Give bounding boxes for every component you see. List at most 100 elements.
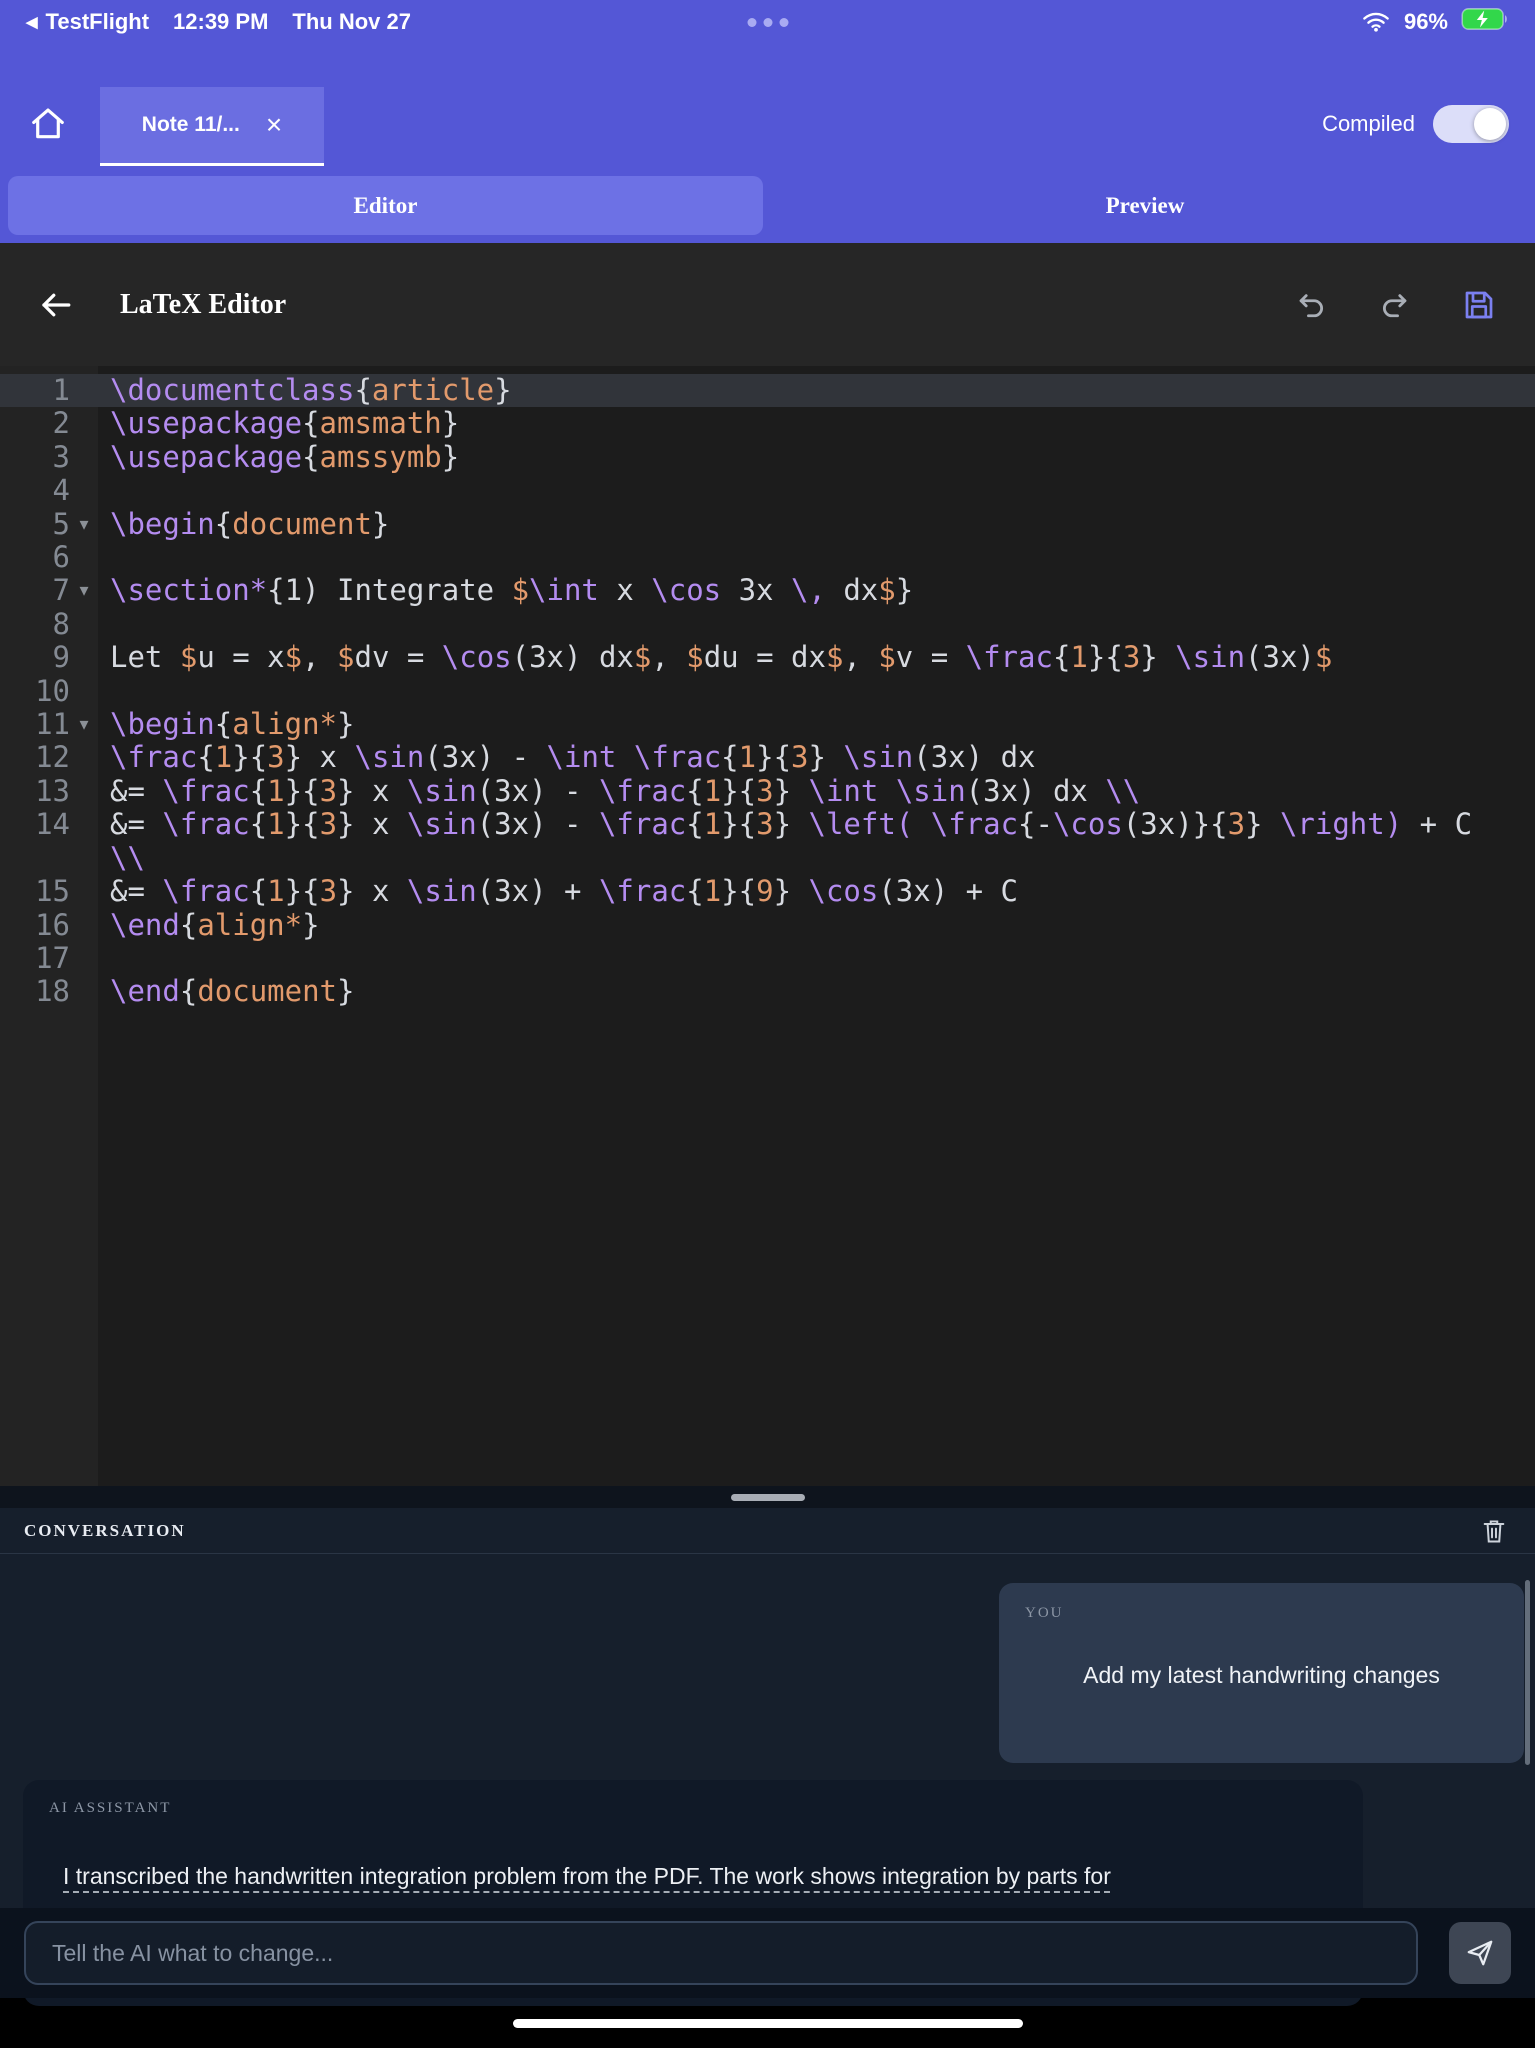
line-gutter: 10	[0, 673, 98, 708]
code-line[interactable]: 18 \end{document}	[0, 974, 1535, 1009]
tab-editor[interactable]: Editor	[8, 176, 763, 235]
code-line-text[interactable]: \documentclass{article}	[98, 373, 1535, 407]
line-number: 7	[52, 573, 70, 608]
code-line-text[interactable]: &= \frac{1}{3} x \sin(3x) + \frac{1}{9} …	[98, 874, 1535, 908]
redo-button[interactable]	[1373, 283, 1417, 327]
code-line-text[interactable]	[98, 608, 1535, 641]
line-number: 8	[52, 606, 70, 641]
code-line[interactable]: 8	[0, 606, 1535, 641]
code-line[interactable]: 14 &= \frac{1}{3} x \sin(3x) - \frac{1}{3…	[0, 808, 1535, 875]
code-line[interactable]: 10	[0, 673, 1535, 708]
line-gutter: 11 ▾	[0, 707, 98, 741]
code-line[interactable]: 11 ▾ \begin{align*}	[0, 707, 1535, 741]
line-gutter: 16	[0, 908, 98, 942]
line-gutter: 3	[0, 439, 98, 474]
code-line[interactable]: 5 ▾ \begin{document}	[0, 507, 1535, 541]
home-indicator[interactable]	[512, 2018, 1023, 2028]
code-line-text[interactable]: \section*{1) Integrate $\int x \cos 3x \…	[98, 574, 1535, 607]
line-number: 15	[35, 874, 70, 909]
line-number: 1	[52, 373, 70, 407]
tab-close-icon[interactable]: ×	[266, 111, 282, 139]
home-button[interactable]	[26, 102, 70, 146]
line-gutter: 4	[0, 473, 98, 507]
undo-button[interactable]	[1289, 283, 1333, 327]
line-number: 10	[35, 673, 70, 708]
user-message-bubble: YOU Add my latest handwriting changes	[999, 1583, 1524, 1763]
code-line-text[interactable]: \end{document}	[98, 975, 1535, 1008]
code-line-text[interactable]	[98, 675, 1535, 708]
line-gutter: 17	[0, 941, 98, 975]
code-line-text[interactable]	[98, 942, 1535, 975]
status-date: Thu Nov 27	[292, 9, 411, 34]
drag-handle[interactable]	[730, 1493, 805, 1501]
multitasking-dots-icon[interactable]	[747, 17, 788, 27]
tab-preview[interactable]: Preview	[763, 176, 1527, 235]
code-line[interactable]: 12 \frac{1}{3} x \sin(3x) - \int \frac{1}…	[0, 741, 1535, 775]
code-line-text[interactable]: \usepackage{amssymb}	[98, 440, 1535, 474]
battery-percent: 96%	[1403, 9, 1448, 34]
ipad-screen: ◀ TestFlight 12:39 PM Thu Nov 27 96% Not…	[0, 0, 1535, 2048]
send-button[interactable]	[1449, 1922, 1511, 1984]
status-time: 12:39 PM	[173, 9, 269, 34]
line-number: 14	[35, 807, 70, 842]
fold-chevron-icon[interactable]: ▾	[70, 508, 98, 541]
compiled-label: Compiled	[1322, 111, 1415, 136]
conversation-scrollbar[interactable]	[1525, 1580, 1530, 1765]
code-line[interactable]: 17	[0, 941, 1535, 975]
line-gutter: 2	[0, 407, 98, 441]
code-line-text[interactable]: \begin{align*}	[98, 707, 1535, 741]
line-gutter: 8	[0, 606, 98, 641]
line-number: 3	[52, 439, 70, 474]
back-button[interactable]	[34, 283, 78, 327]
message-role-assistant: AI ASSISTANT	[49, 1800, 172, 1816]
code-editor[interactable]: 1 \documentclass{article} 2 \usepackage{ams…	[0, 366, 1535, 1486]
conversation-title: CONVERSATION	[24, 1520, 186, 1540]
code-line[interactable]: 3 \usepackage{amssymb}	[0, 439, 1535, 474]
code-line-text[interactable]: Let $u = x$, $dv = \cos(3x) dx$, $du = d…	[98, 641, 1535, 674]
code-line-text[interactable]: \frac{1}{3} x \sin(3x) - \int \frac{1}{3…	[98, 741, 1535, 774]
compiled-toggle[interactable]	[1433, 105, 1509, 143]
code-line-text[interactable]: &= \frac{1}{3} x \sin(3x) - \frac{1}{3} …	[98, 808, 1535, 875]
code-line-text[interactable]	[98, 474, 1535, 507]
line-gutter: 13	[0, 774, 98, 808]
code-line[interactable]: 13 &= \frac{1}{3} x \sin(3x) - \frac{1}{3…	[0, 774, 1535, 808]
ai-instruction-input[interactable]	[24, 1921, 1418, 1985]
line-number: 18	[35, 974, 70, 1009]
tab-preview-label: Preview	[1105, 192, 1185, 218]
code-line[interactable]: 1 \documentclass{article}	[0, 373, 1535, 408]
tab-editor-label: Editor	[353, 192, 418, 218]
code-line-text[interactable]: \begin{document}	[98, 507, 1535, 541]
code-line[interactable]: 2 \usepackage{amsmath}	[0, 407, 1535, 441]
code-line[interactable]: 9 Let $u = x$, $dv = \cos(3x) dx$, $du = …	[0, 640, 1535, 674]
back-to-app-label: TestFlight	[45, 9, 150, 34]
code-line[interactable]: 6	[0, 540, 1535, 574]
tab-note[interactable]: Note 11/... ×	[100, 87, 324, 166]
code-line-text[interactable]: \usepackage{amsmath}	[98, 407, 1535, 440]
code-line-text[interactable]: &= \frac{1}{3} x \sin(3x) - \frac{1}{3} …	[98, 774, 1535, 808]
code-line[interactable]: 4	[0, 473, 1535, 507]
fold-chevron-icon[interactable]: ▾	[70, 708, 98, 741]
code-line[interactable]: 16 \end{align*}	[0, 908, 1535, 942]
toggle-knob	[1474, 108, 1506, 140]
line-gutter: 12	[0, 741, 98, 775]
trash-icon[interactable]	[1477, 1514, 1511, 1548]
back-to-app-icon: ◀	[26, 13, 38, 31]
code-line[interactable]: 15 &= \frac{1}{3} x \sin(3x) + \frac{1}{9…	[0, 874, 1535, 909]
back-to-app-button[interactable]: ◀ TestFlight	[26, 9, 149, 35]
save-icon[interactable]	[1457, 283, 1501, 327]
message-role-you: YOU	[1025, 1605, 1064, 1621]
battery-charging-icon	[1461, 8, 1509, 36]
code-line[interactable]: 7 ▾ \section*{1) Integrate $\int x \cos 3x…	[0, 573, 1535, 608]
code-line-text[interactable]	[98, 541, 1535, 574]
code-line-text[interactable]: \end{align*}	[98, 908, 1535, 942]
fold-chevron-icon[interactable]: ▾	[70, 574, 98, 607]
